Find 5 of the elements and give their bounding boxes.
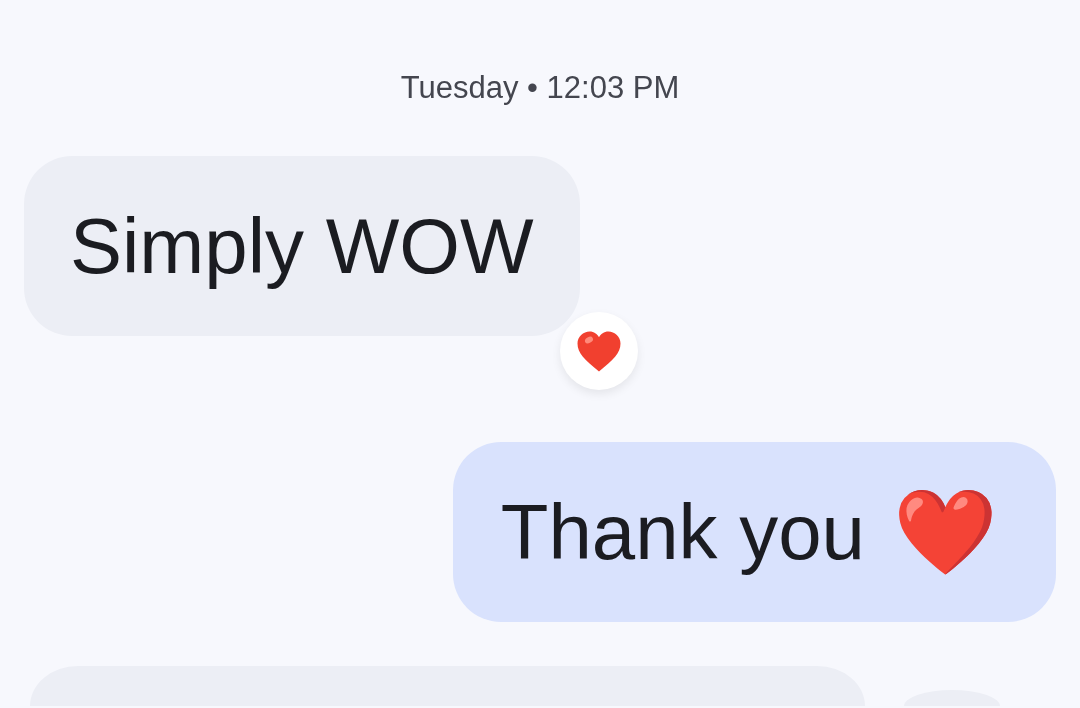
message-text: Simply WOW: [70, 201, 534, 291]
heart-emoji: ❤: [893, 487, 998, 577]
heart-icon: [576, 329, 622, 373]
timestamp: Tuesday • 12:03 PM: [400, 70, 680, 106]
message-text: Thank you: [500, 487, 865, 577]
